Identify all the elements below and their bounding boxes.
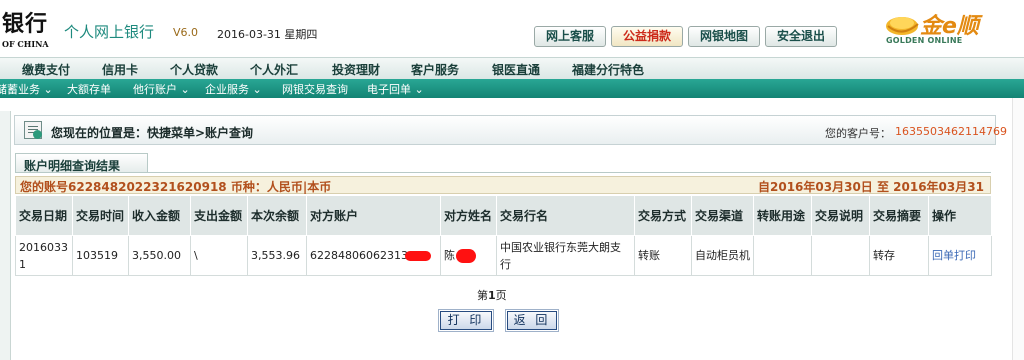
brand-coin-icon [886,17,919,35]
pagination: 第1页 [477,287,507,303]
subnav-e-receipt[interactable]: 电子回单 ⌄ [367,81,424,97]
col-header-method: 交易方式 [634,195,692,236]
current-date: 2016-03-31 星期四 [217,28,318,41]
col-header-bank-name: 交易行名 [496,195,635,236]
transaction-table: 交易日期 交易时间 收入金额 支出金额 本次余额 对方账户 对方姓名 交易行名 … [15,195,992,276]
nav-personal-loan[interactable]: 个人贷款 [170,61,218,78]
cell-income: 3,550.00 [128,235,191,276]
col-header-summary: 交易摘要 [869,195,929,236]
col-header-counter-name: 对方姓名 [440,195,497,236]
receipt-print-link[interactable]: 回单打印 [928,235,992,276]
account-info-bar: 您的账号6228482022321620918 币种：人民币|本币 自2016年… [15,176,991,211]
back-button[interactable]: 返 回 [505,309,559,332]
customer-number-label: 您的客户号： [825,127,891,140]
pager-suffix: 页 [495,289,507,302]
brand-english: GOLDEN ONLINE [886,36,963,45]
print-button[interactable]: 打 印 [438,309,494,332]
primary-nav: 缴费支付 信用卡 个人贷款 个人外汇 投资理财 客户服务 银医直通 福建分行特色 [0,57,1024,79]
col-header-note: 交易说明 [811,195,870,236]
cell-date: 20160331 [15,235,73,276]
scrollbar[interactable] [1012,98,1024,360]
subnav-other-bank-account[interactable]: 他行账户 ⌄ [133,81,190,97]
brand-logo: 金e顺 GOLDEN ONLINE [884,8,1020,50]
nav-hospital-link[interactable]: 银医直通 [492,61,540,78]
cell-time: 103519 [72,235,129,276]
col-header-time: 交易时间 [72,195,129,236]
redaction-mark [456,249,476,263]
col-header-balance: 本次余额 [247,195,307,236]
tab-account-detail-result[interactable]: 账户明细查询结果 [15,153,148,173]
cell-bank-name: 中国农业银行东莞大朗支行 [496,235,635,276]
header: 银行 OF CHINA 个人网上银行 V6.0 2016-03-31 星期四 网… [0,0,1024,57]
table-header-row: 交易日期 交易时间 收入金额 支出金额 本次余额 对方账户 对方姓名 交易行名 … [15,195,992,236]
cell-counter-account: 62284806062313 [306,235,441,276]
table-row: 20160331 103519 3,550.00 \ 3,553.96 6228… [15,235,992,276]
charity-donation-button[interactable]: 公益捐款 [611,26,683,47]
nav-bill-payment[interactable]: 缴费支付 [22,61,70,78]
col-header-purpose: 转账用途 [753,195,812,236]
breadcrumb-text: 您现在的位置是：快捷菜单>账户查询 [51,126,254,140]
cell-expense: \ [190,235,248,276]
divider [15,172,991,173]
secondary-nav: 储蓄业务 ⌄ 大额存单 他行账户 ⌄ 企业服务 ⌄ 网银交易查询 电子回单 ⌄ [0,79,1024,98]
customer-number: 1635503462114769 [895,125,1007,138]
counter-name-text: 陈 [444,249,455,262]
app-title: 个人网上银行 [64,23,155,41]
nav-investment[interactable]: 投资理财 [332,61,380,78]
col-header-expense: 支出金额 [190,195,248,236]
sidebar-edge [0,111,11,360]
cell-channel: 自动柜员机 [691,235,754,276]
cell-note [811,235,870,276]
nav-personal-forex[interactable]: 个人外汇 [250,61,298,78]
col-header-action: 操作 [928,195,992,236]
bank-logo: 银行 [2,11,49,37]
app-version: V6.0 [173,26,199,39]
nav-customer-service[interactable]: 客户服务 [411,61,459,78]
cell-purpose [753,235,812,276]
subnav-enterprise-service[interactable]: 企业服务 ⌄ [205,81,262,97]
cell-method: 转账 [634,235,692,276]
col-header-counter-account: 对方账户 [306,195,441,236]
subnav-large-deposit[interactable]: 大额存单 [67,81,111,97]
pager-prefix: 第 [477,289,488,302]
col-header-channel: 交易渠道 [691,195,754,236]
ebank-map-button[interactable]: 网银地图 [688,26,760,47]
col-header-date: 交易日期 [15,195,73,236]
page-number[interactable]: 1 [488,289,496,302]
cell-summary: 转存 [869,235,929,276]
subnav-savings[interactable]: 储蓄业务 ⌄ [0,81,53,97]
online-service-button[interactable]: 网上客服 [534,26,606,47]
col-header-income: 收入金额 [128,195,191,236]
nav-fujian-branch[interactable]: 福建分行特色 [572,61,644,78]
document-icon [24,121,42,139]
breadcrumb: 您现在的位置是：快捷菜单>账户查询 您的客户号： 163550346211476… [14,115,1007,145]
counter-account-text: 62284806062313 [310,249,408,262]
account-info: 您的账号6228482022321620918 币种：人民币|本币 [20,180,332,194]
secure-logout-button[interactable]: 安全退出 [765,26,837,47]
redaction-mark [404,251,431,261]
subnav-ebank-query[interactable]: 网银交易查询 [282,81,348,97]
nav-credit-card[interactable]: 信用卡 [102,61,138,78]
cell-balance: 3,553.96 [247,235,307,276]
cell-counter-name: 陈 [440,235,497,276]
bank-logo-subtitle: OF CHINA [2,39,49,49]
